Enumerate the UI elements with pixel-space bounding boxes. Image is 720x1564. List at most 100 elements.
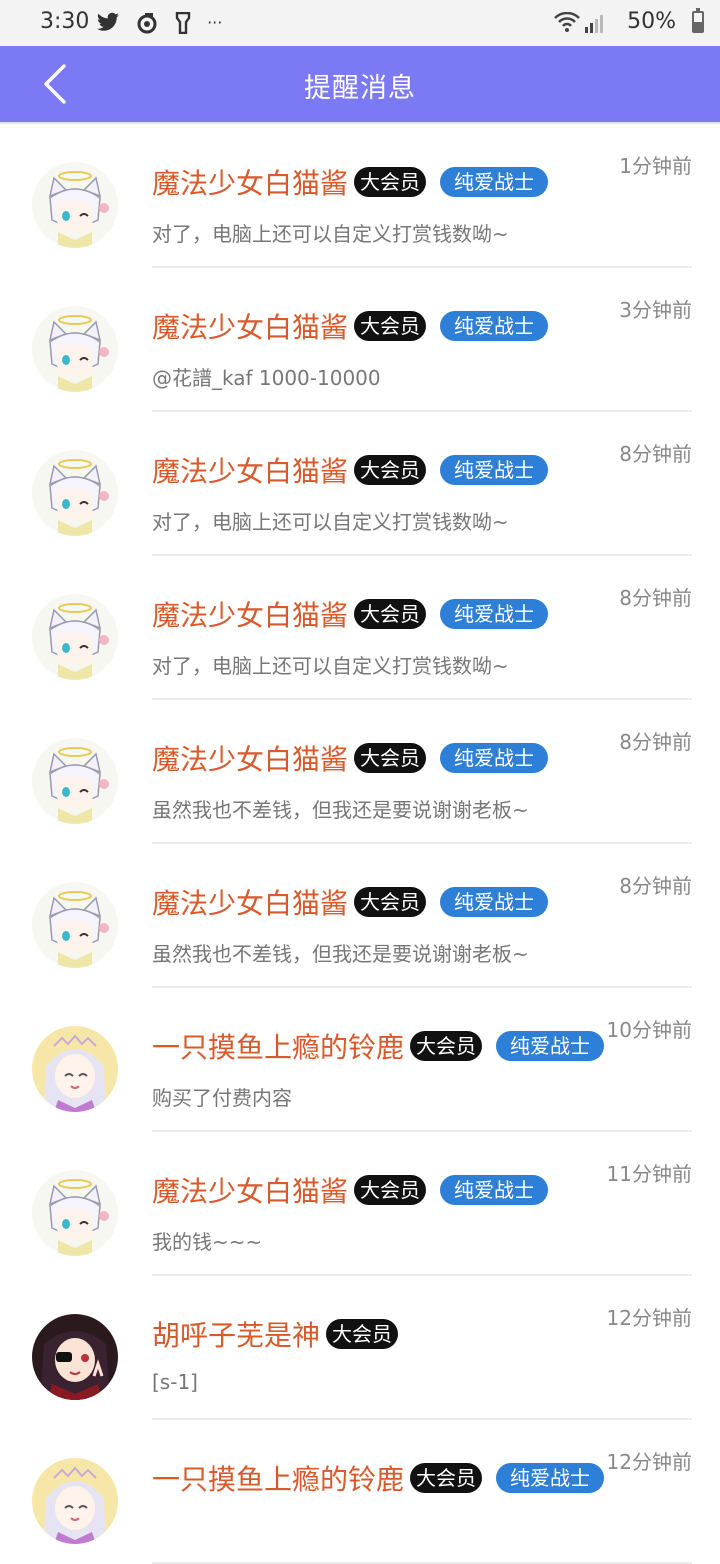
fan-tag-badge: 纯爱战士 <box>496 1031 605 1061</box>
cat-girl-avatar <box>32 594 118 680</box>
silver-hair-girl-avatar <box>32 1458 118 1544</box>
notification-item[interactable]: 魔法少女白猫酱 大会员 纯爱战士 @花譜_kaf 1000-10000 3分钟前 <box>0 268 720 412</box>
notification-item[interactable]: 魔法少女白猫酱 大会员 纯爱战士 我的钱~~~ 11分钟前 <box>0 1132 720 1276</box>
more-icon: ··· <box>207 13 223 32</box>
notification-message: 对了，电脑上还可以自定义打赏钱数呦~ <box>152 654 509 678</box>
notification-time: 11分钟前 <box>606 1162 692 1186</box>
status-time: 3:30 <box>40 9 90 34</box>
notification-time: 8分钟前 <box>619 730 692 754</box>
user-name[interactable]: 一只摸鱼上瘾的铃鹿 <box>152 1031 404 1064</box>
notification-message: 虽然我也不差钱，但我还是要说谢谢老板~ <box>152 942 529 966</box>
user-name[interactable]: 一只摸鱼上瘾的铃鹿 <box>152 1463 404 1496</box>
battery-icon <box>692 8 704 33</box>
notification-time: 12分钟前 <box>606 1450 692 1474</box>
notification-message: 对了，电脑上还可以自定义打赏钱数呦~ <box>152 510 509 534</box>
notification-item[interactable]: 魔法少女白猫酱 大会员 纯爱战士 虽然我也不差钱，但我还是要说谢谢老板~ 8分钟前 <box>0 844 720 988</box>
user-name[interactable]: 魔法少女白猫酱 <box>152 599 348 632</box>
avatar[interactable] <box>32 1026 118 1112</box>
fan-tag-badge: 纯爱战士 <box>440 455 549 485</box>
cat-girl-avatar <box>32 1170 118 1256</box>
app-bar: 提醒消息 <box>0 46 720 122</box>
cat-girl-avatar <box>32 162 118 248</box>
fan-tag-badge: 纯爱战士 <box>440 1175 549 1205</box>
vip-badge: 大会员 <box>354 599 427 629</box>
notification-message: [s-1] <box>152 1370 198 1394</box>
notification-message: 对了，电脑上还可以自定义打赏钱数呦~ <box>152 222 509 246</box>
notification-list: 魔法少女白猫酱 大会员 纯爱战士 对了，电脑上还可以自定义打赏钱数呦~ 1分钟前 魔… <box>0 124 720 1564</box>
vip-badge: 大会员 <box>354 455 427 485</box>
user-name[interactable]: 魔法少女白猫酱 <box>152 743 348 776</box>
dark-hair-girl-avatar <box>32 1314 118 1400</box>
notification-time: 1分钟前 <box>619 154 692 178</box>
battery-percent: 50% <box>627 9 676 34</box>
notification-time: 8分钟前 <box>619 874 692 898</box>
user-name[interactable]: 魔法少女白猫酱 <box>152 455 348 488</box>
name-row: 魔法少女白猫酱 大会员 纯爱战士 <box>152 738 549 776</box>
user-name[interactable]: 魔法少女白猫酱 <box>152 311 348 344</box>
name-row: 魔法少女白猫酱 大会员 纯爱战士 <box>152 162 549 200</box>
fan-tag-badge: 纯爱战士 <box>440 311 549 341</box>
notification-time: 12分钟前 <box>606 1306 692 1330</box>
name-row: 魔法少女白猫酱 大会员 纯爱战士 <box>152 882 549 920</box>
notification-time: 3分钟前 <box>619 298 692 322</box>
notification-item[interactable]: 一只摸鱼上瘾的铃鹿 大会员 纯爱战士 12分钟前 <box>0 1420 720 1564</box>
vip-badge: 大会员 <box>410 1031 483 1061</box>
fan-tag-badge: 纯爱战士 <box>440 167 549 197</box>
wifi-icon <box>554 12 580 32</box>
avatar[interactable] <box>32 306 118 392</box>
user-name[interactable]: 魔法少女白猫酱 <box>152 887 348 920</box>
name-row: 胡呼子芜是神 大会员 <box>152 1314 399 1352</box>
avatar[interactable] <box>32 594 118 680</box>
avatar[interactable] <box>32 450 118 536</box>
silver-hair-girl-avatar <box>32 1026 118 1112</box>
avatar[interactable] <box>32 162 118 248</box>
avatar[interactable] <box>32 1458 118 1544</box>
vip-badge: 大会员 <box>354 311 427 341</box>
status-bar: 3:30 ··· 50% <box>0 0 720 46</box>
name-row: 魔法少女白猫酱 大会员 纯爱战士 <box>152 1170 549 1208</box>
vip-badge: 大会员 <box>354 1175 427 1205</box>
notification-message: 虽然我也不差钱，但我还是要说谢谢老板~ <box>152 798 529 822</box>
avatar[interactable] <box>32 1314 118 1400</box>
name-row: 魔法少女白猫酱 大会员 纯爱战士 <box>152 306 549 344</box>
notification-message: @花譜_kaf 1000-10000 <box>152 366 381 390</box>
notification-time: 10分钟前 <box>606 1018 692 1042</box>
avatar[interactable] <box>32 738 118 824</box>
notification-message: 我的钱~~~ <box>152 1230 263 1254</box>
battery-level <box>694 22 702 31</box>
notification-time: 8分钟前 <box>619 442 692 466</box>
notification-item[interactable]: 一只摸鱼上瘾的铃鹿 大会员 纯爱战士 购买了付费内容 10分钟前 <box>0 988 720 1132</box>
sync-icon <box>137 12 157 33</box>
fan-tag-badge: 纯爱战士 <box>496 1463 605 1493</box>
notification-item[interactable]: 魔法少女白猫酱 大会员 纯爱战士 对了，电脑上还可以自定义打赏钱数呦~ 8分钟前 <box>0 412 720 556</box>
vip-badge: 大会员 <box>354 743 427 773</box>
name-row: 一只摸鱼上瘾的铃鹿 大会员 纯爱战士 <box>152 1026 605 1064</box>
name-row: 魔法少女白猫酱 大会员 纯爱战士 <box>152 450 549 488</box>
fan-tag-badge: 纯爱战士 <box>440 743 549 773</box>
user-name[interactable]: 魔法少女白猫酱 <box>152 1175 348 1208</box>
status-notification-icons: ··· <box>96 9 222 34</box>
fan-tag-badge: 纯爱战士 <box>440 887 549 917</box>
avatar[interactable] <box>32 1170 118 1256</box>
notification-item[interactable]: 魔法少女白猫酱 大会员 纯爱战士 虽然我也不差钱，但我还是要说谢谢老板~ 8分钟前 <box>0 700 720 844</box>
cat-girl-avatar <box>32 306 118 392</box>
twitter-icon <box>97 12 119 31</box>
avatar[interactable] <box>32 882 118 968</box>
page-title: 提醒消息 <box>304 73 416 104</box>
vip-badge: 大会员 <box>354 887 427 917</box>
cat-girl-avatar <box>32 882 118 968</box>
notification-message: 购买了付费内容 <box>152 1086 292 1110</box>
name-row: 魔法少女白猫酱 大会员 纯爱战士 <box>152 594 549 632</box>
notification-item[interactable]: 魔法少女白猫酱 大会员 纯爱战士 对了，电脑上还可以自定义打赏钱数呦~ 1分钟前 <box>0 124 720 268</box>
vip-badge: 大会员 <box>354 167 427 197</box>
cat-girl-avatar <box>32 450 118 536</box>
name-row: 一只摸鱼上瘾的铃鹿 大会员 纯爱战士 <box>152 1458 605 1496</box>
notification-item[interactable]: 胡呼子芜是神 大会员 [s-1] 12分钟前 <box>0 1276 720 1420</box>
vip-badge: 大会员 <box>410 1463 483 1493</box>
user-name[interactable]: 魔法少女白猫酱 <box>152 167 348 200</box>
notification-time: 8分钟前 <box>619 586 692 610</box>
notification-item[interactable]: 魔法少女白猫酱 大会员 纯爱战士 对了，电脑上还可以自定义打赏钱数呦~ 8分钟前 <box>0 556 720 700</box>
user-name[interactable]: 胡呼子芜是神 <box>152 1319 320 1352</box>
vip-badge: 大会员 <box>326 1319 399 1349</box>
flashlight-icon <box>175 11 190 34</box>
